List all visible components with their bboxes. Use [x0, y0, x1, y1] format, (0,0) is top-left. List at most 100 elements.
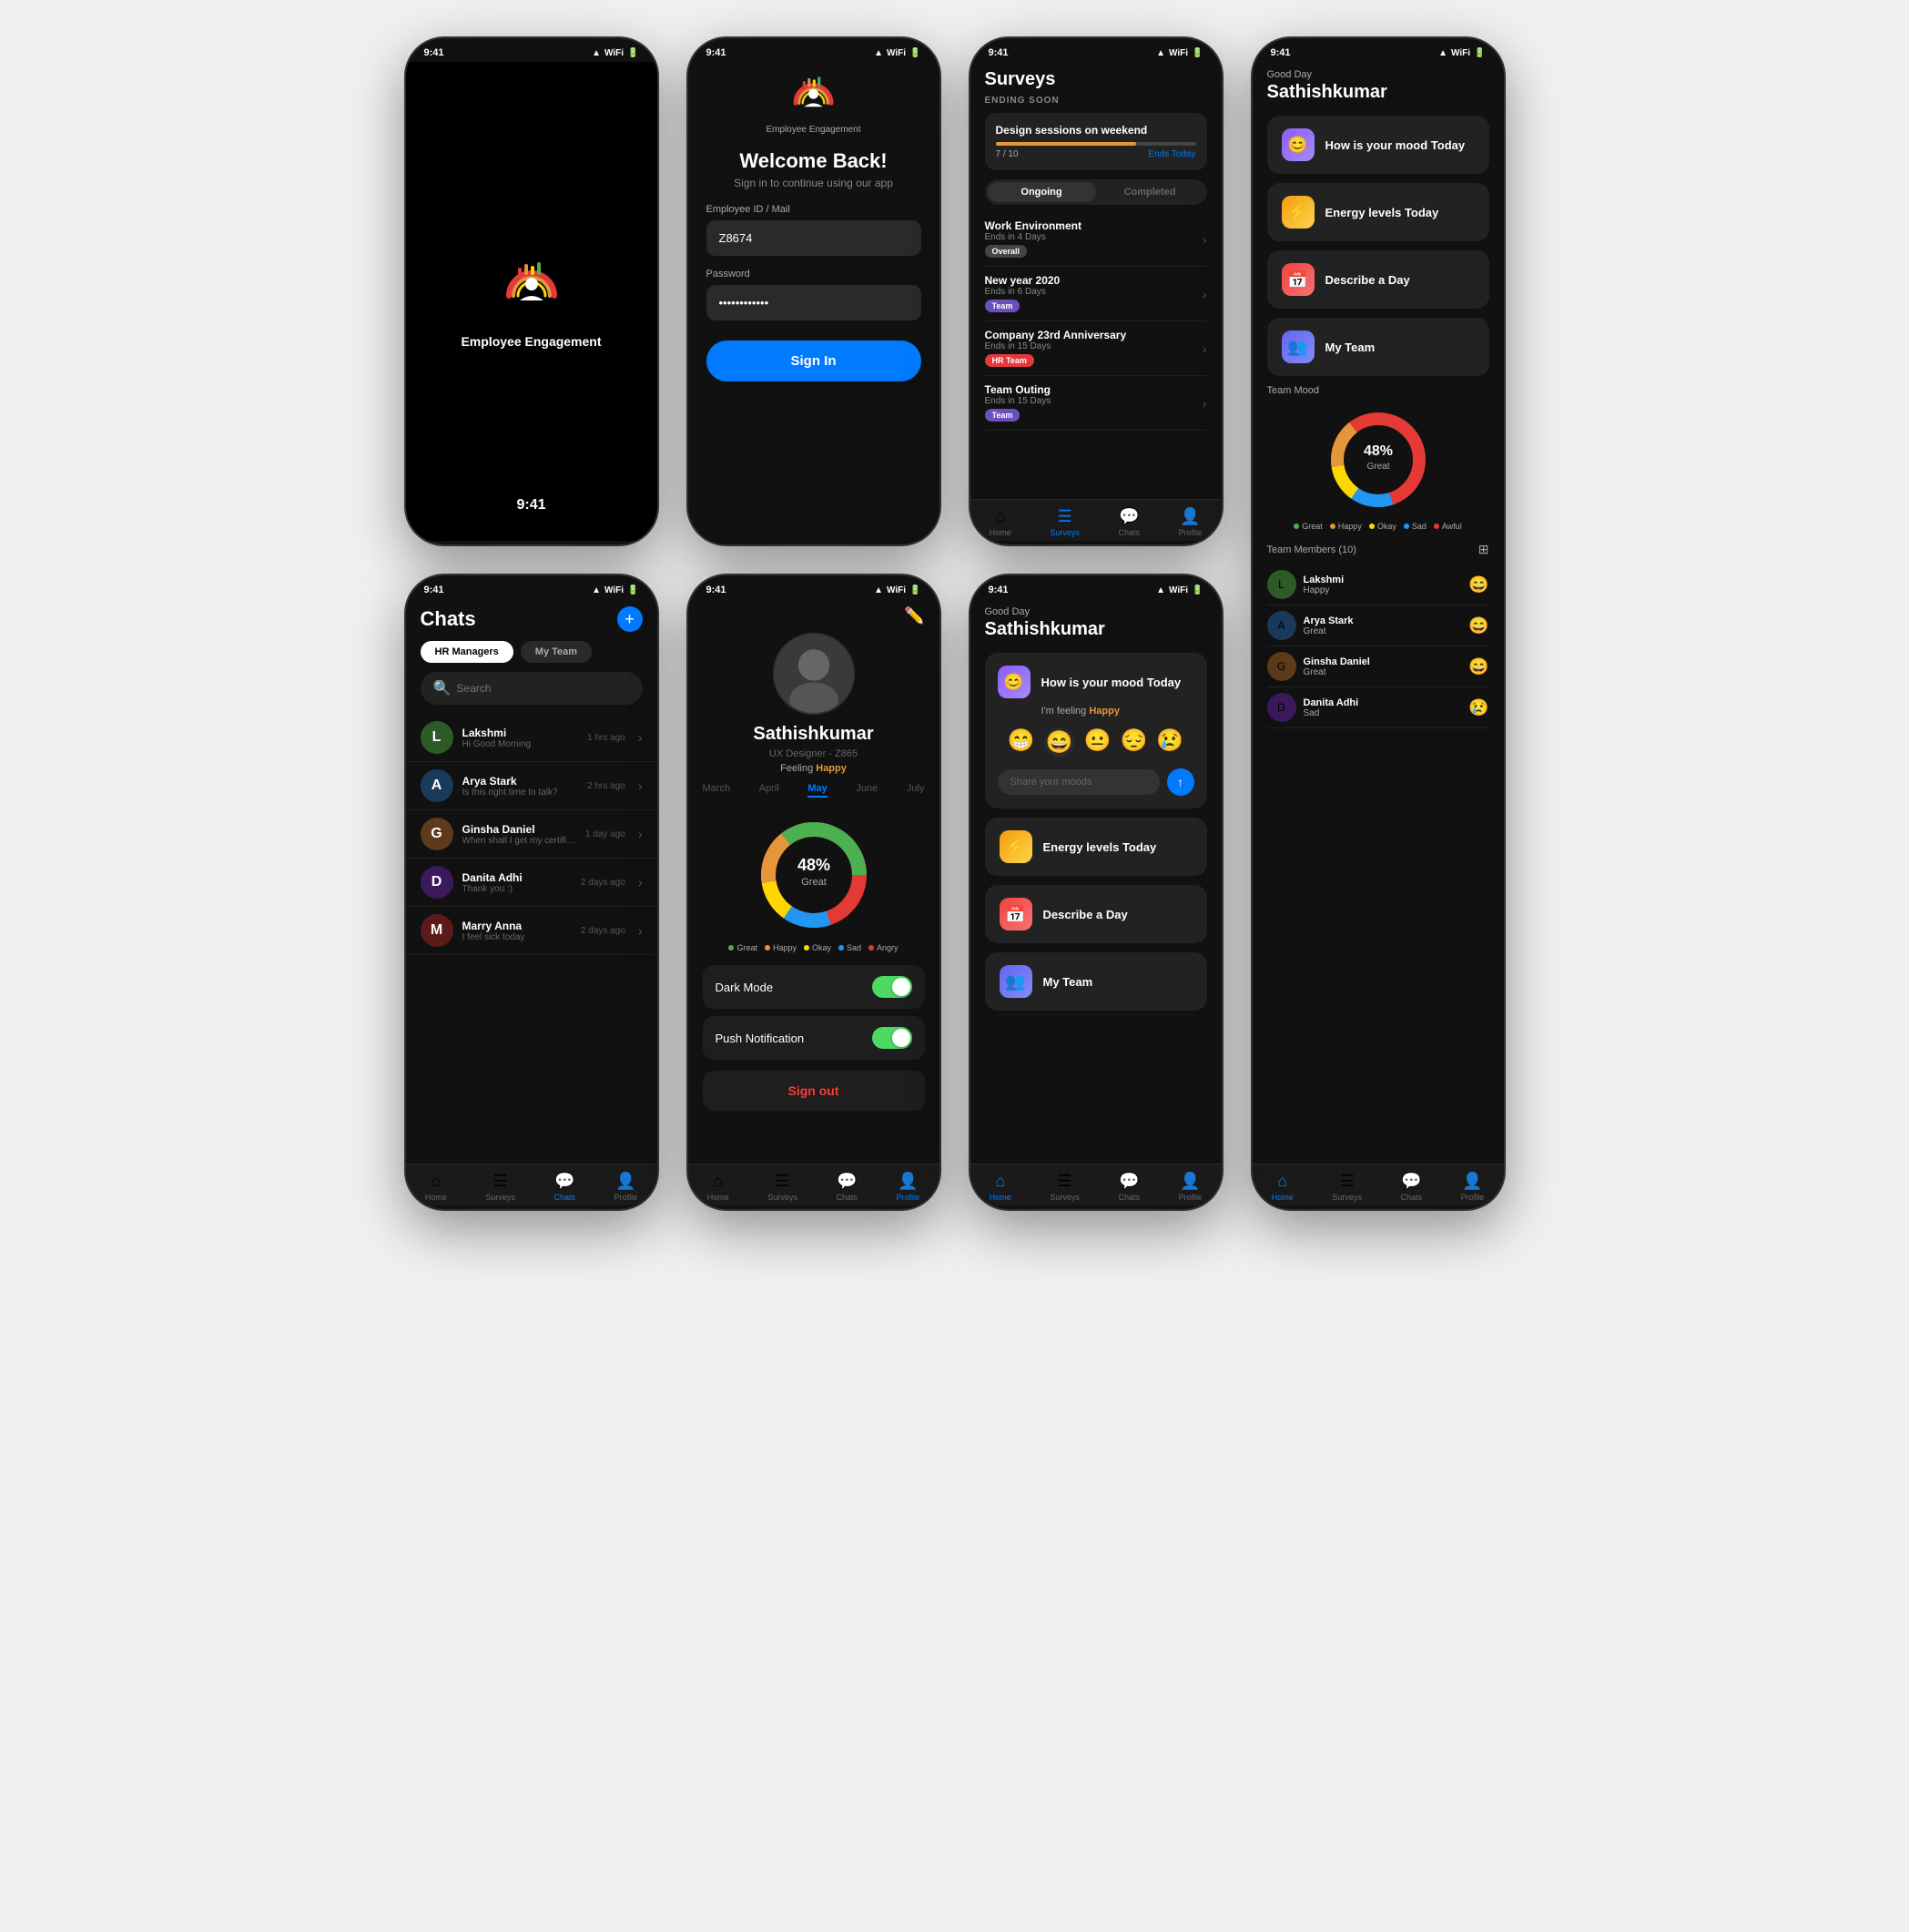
nav-profile-3[interactable]: 👤Profile [1179, 507, 1203, 537]
time-6: 9:41 [706, 585, 726, 595]
password-input[interactable] [706, 285, 921, 320]
home-describe-title: Describe a Day [1043, 908, 1128, 921]
send-button[interactable]: ↑ [1167, 768, 1194, 796]
signin-button[interactable]: Sign In [706, 341, 921, 381]
surveys-title: Surveys [985, 69, 1207, 90]
edit-icon[interactable]: ✏️ [904, 606, 924, 625]
month-june[interactable]: June [856, 783, 878, 798]
emoji-neutral[interactable]: 😐 [1084, 727, 1112, 758]
menu-energy[interactable]: ⚡ Energy levels Today [1267, 183, 1489, 241]
chat-item-0[interactable]: L Lakshmi Hi Good Morning 1 hrs ago › [406, 714, 657, 762]
emoji-cry[interactable]: 😢 [1156, 727, 1183, 758]
chat-avatar-1: A [421, 769, 453, 802]
emoji-happy[interactable]: 😄 [1044, 727, 1075, 758]
nav-home-6[interactable]: ⌂Home [707, 1172, 729, 1202]
home-icon-4: ⌂ [1277, 1172, 1287, 1191]
nav-surveys-7[interactable]: ☰Surveys [1050, 1172, 1080, 1202]
tab-my-team[interactable]: My Team [521, 641, 592, 663]
dark-mode-setting[interactable]: Dark Mode [703, 965, 925, 1009]
share-moods-input[interactable]: Share your moods [998, 769, 1160, 795]
energy-label: Energy levels Today [1325, 206, 1439, 219]
username-7: Sathishkumar [985, 619, 1207, 640]
chat-item-2[interactable]: G Ginsha Daniel When shall I get my cert… [406, 810, 657, 859]
bottom-nav-5: ⌂Home ☰Surveys 💬Chats 👤Profile [406, 1164, 657, 1205]
tab-hr-managers[interactable]: HR Managers [421, 641, 513, 663]
home-energy-card[interactable]: ⚡ Energy levels Today [985, 818, 1207, 876]
nav-surveys-3[interactable]: ☰Surveys [1050, 507, 1080, 537]
feeling-display: Happy [1089, 706, 1120, 717]
push-notification-setting[interactable]: Push Notification [703, 1016, 925, 1060]
nav-chats-5[interactable]: 💬Chats [554, 1172, 576, 1202]
chat-item-3[interactable]: D Danita Adhi Thank you :) 2 days ago › [406, 859, 657, 907]
grid-icon[interactable]: ⊞ [1478, 542, 1489, 557]
welcome-title: Welcome Back! [706, 149, 921, 173]
chevron-icon-3: › [1203, 396, 1207, 411]
home-mood-card[interactable]: 😊 How is your mood Today I'm feeling Hap… [985, 653, 1207, 808]
member-row-0[interactable]: L Lakshmi Happy 😄 [1267, 564, 1489, 605]
add-chat-button[interactable]: + [617, 606, 643, 632]
bottom-nav-7: ⌂Home ☰Surveys 💬Chats 👤Profile [970, 1164, 1222, 1205]
month-march[interactable]: March [703, 783, 731, 798]
progress-bar [996, 142, 1196, 146]
nav-surveys-6[interactable]: ☰Surveys [767, 1172, 797, 1202]
survey-item-0[interactable]: Work Environment Ends in 4 Days Overall … [985, 212, 1207, 267]
member-row-2[interactable]: G Ginsha Daniel Great 😄 [1267, 646, 1489, 687]
member-row-3[interactable]: D Danita Adhi Sad 😢 [1267, 687, 1489, 728]
tab-completed[interactable]: Completed [1096, 182, 1204, 202]
chat-item-1[interactable]: A Arya Stark Is this right time to talk?… [406, 762, 657, 810]
chat-search: 🔍 [421, 672, 643, 705]
nav-home-7[interactable]: ⌂Home [990, 1172, 1011, 1202]
mood-emoji-2: 😄 [1468, 657, 1488, 676]
menu-describe[interactable]: 📅 Describe a Day [1267, 250, 1489, 309]
status-icons-5: ▲WiFi🔋 [592, 585, 638, 595]
employee-id-input[interactable] [706, 220, 921, 256]
nav-home-4[interactable]: ⌂Home [1272, 1172, 1294, 1202]
menu-mood[interactable]: 😊 How is your mood Today [1267, 116, 1489, 174]
nav-profile-4[interactable]: 👤Profile [1461, 1172, 1485, 1202]
chevron-chat-3: › [638, 875, 643, 890]
featured-survey[interactable]: Design sessions on weekend 7 / 10 Ends T… [985, 113, 1207, 170]
push-notif-toggle[interactable] [872, 1027, 912, 1049]
home-mood-title: How is your mood Today [1041, 676, 1182, 689]
signout-button[interactable]: Sign out [703, 1071, 925, 1111]
nav-profile-5[interactable]: 👤Profile [614, 1172, 638, 1202]
dark-mode-toggle[interactable] [872, 976, 912, 998]
chevron-chat-2: › [638, 827, 643, 841]
month-april[interactable]: April [759, 783, 779, 798]
nav-profile-6[interactable]: 👤Profile [897, 1172, 920, 1202]
survey-item-2[interactable]: Company 23rd Anniversary Ends in 15 Days… [985, 321, 1207, 376]
survey-item-3[interactable]: Team Outing Ends in 15 Days Team › [985, 376, 1207, 431]
nav-home-3[interactable]: ⌂Home [990, 507, 1011, 537]
home-energy-icon: ⚡ [1000, 830, 1032, 863]
nav-profile-7[interactable]: 👤Profile [1179, 1172, 1203, 1202]
bottom-nav-3: ⌂Home ☰Surveys 💬Chats 👤Profile [970, 499, 1222, 541]
field1-label: Employee ID / Mail [706, 204, 921, 215]
nav-surveys-4[interactable]: ☰Surveys [1332, 1172, 1362, 1202]
nav-chats-4[interactable]: 💬Chats [1401, 1172, 1423, 1202]
month-may[interactable]: May [807, 783, 827, 798]
survey-item-1[interactable]: New year 2020 Ends in 6 Days Team › [985, 267, 1207, 321]
status-icons-4: ▲WiFi🔋 [1438, 48, 1485, 58]
home-describe-card[interactable]: 📅 Describe a Day [985, 885, 1207, 943]
describe-label: Describe a Day [1325, 273, 1410, 287]
chats-icon-6: 💬 [837, 1172, 857, 1191]
emoji-sad[interactable]: 😔 [1120, 727, 1147, 758]
nav-chats-3[interactable]: 💬Chats [1119, 507, 1141, 537]
nav-home-5[interactable]: ⌂Home [425, 1172, 447, 1202]
month-july[interactable]: July [907, 783, 925, 798]
nav-chats-7[interactable]: 💬Chats [1119, 1172, 1141, 1202]
chat-item-4[interactable]: M Marry Anna I feel sick today 2 days ag… [406, 907, 657, 955]
search-input[interactable] [456, 682, 629, 695]
nav-surveys-5[interactable]: ☰Surveys [485, 1172, 515, 1202]
tab-ongoing[interactable]: Ongoing [988, 182, 1096, 202]
surveys-icon-6: ☰ [776, 1172, 790, 1191]
emoji-laughing[interactable]: 😁 [1008, 727, 1035, 758]
profile-avatar [773, 633, 855, 715]
menu-myteam[interactable]: 👥 My Team [1267, 318, 1489, 376]
search-icon: 🔍 [433, 679, 452, 697]
time-5: 9:41 [424, 585, 444, 595]
member-row-1[interactable]: A Arya Stark Great 😄 [1267, 605, 1489, 646]
nav-chats-6[interactable]: 💬Chats [837, 1172, 858, 1202]
home-team-card[interactable]: 👥 My Team [985, 952, 1207, 1011]
login-logo-svg [788, 71, 838, 121]
